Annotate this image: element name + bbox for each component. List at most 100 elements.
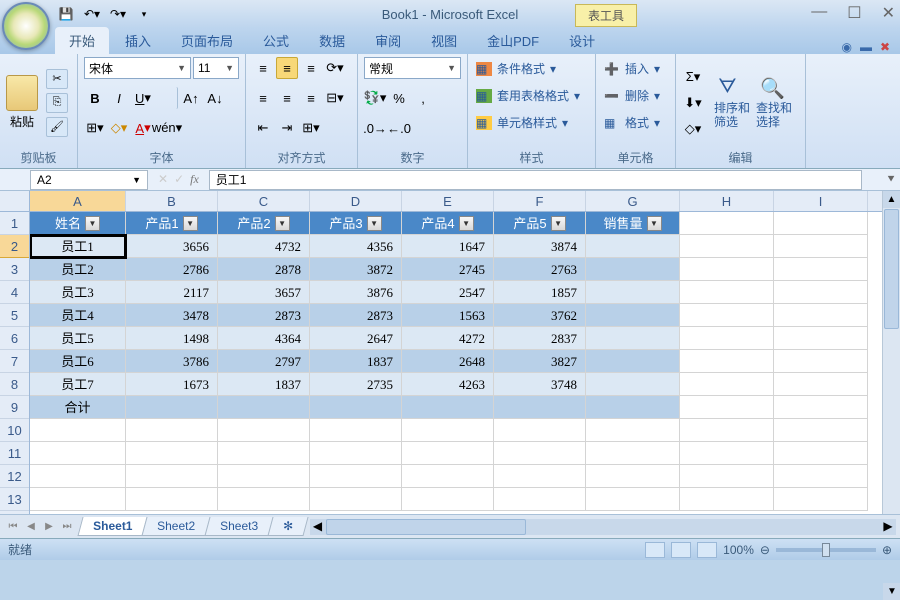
font-color-button[interactable]: A▾ — [132, 117, 154, 139]
cell[interactable]: 员工1 — [30, 235, 126, 258]
cell[interactable]: 2735 — [310, 373, 402, 396]
delete-cells-button[interactable]: ➖删除 ▾ — [602, 84, 669, 107]
cell[interactable] — [774, 327, 868, 350]
tab-home[interactable]: 开始 — [55, 27, 109, 54]
format-as-table-button[interactable]: ▦套用表格格式 ▾ — [474, 84, 589, 107]
scroll-thumb[interactable] — [884, 209, 899, 329]
column-header[interactable]: D — [310, 191, 402, 211]
cell[interactable]: 2786 — [126, 258, 218, 281]
row-header[interactable]: 12 — [0, 465, 29, 488]
cell[interactable] — [126, 419, 218, 442]
bold-button[interactable]: B — [84, 87, 106, 109]
scroll-up-icon[interactable]: ▲ — [883, 191, 900, 208]
cell[interactable] — [586, 373, 680, 396]
cell[interactable] — [310, 396, 402, 419]
increase-indent-button[interactable]: ⇥ — [276, 117, 298, 139]
format-painter-icon[interactable]: 🖌 — [46, 117, 68, 137]
cell[interactable] — [30, 465, 126, 488]
cell[interactable] — [586, 327, 680, 350]
cell[interactable]: 2873 — [310, 304, 402, 327]
format-cells-button[interactable]: ▦格式 ▾ — [602, 111, 669, 134]
cell[interactable] — [680, 488, 774, 511]
cell[interactable] — [680, 281, 774, 304]
cell[interactable] — [586, 304, 680, 327]
cell[interactable] — [218, 419, 310, 442]
undo-icon[interactable]: ↶▾ — [81, 4, 103, 24]
cell[interactable]: 2745 — [402, 258, 494, 281]
underline-button[interactable]: U▾ — [132, 87, 154, 109]
cell[interactable] — [774, 465, 868, 488]
cell[interactable]: 4272 — [402, 327, 494, 350]
cell[interactable] — [402, 488, 494, 511]
cell[interactable]: 1673 — [126, 373, 218, 396]
tab-layout[interactable]: 页面布局 — [167, 27, 247, 54]
cell[interactable] — [402, 465, 494, 488]
zoom-level[interactable]: 100% — [723, 543, 754, 557]
cell[interactable]: 2878 — [218, 258, 310, 281]
cut-icon[interactable]: ✂ — [46, 69, 68, 89]
border-button[interactable]: ⊞▾ — [84, 117, 106, 139]
cell[interactable] — [218, 442, 310, 465]
align-bottom-button[interactable]: ≡ — [300, 57, 322, 79]
tab-design[interactable]: 设计 — [555, 27, 609, 54]
office-button[interactable] — [2, 2, 50, 50]
cell[interactable]: 3827 — [494, 350, 586, 373]
filter-dropdown-icon[interactable]: ▼ — [459, 216, 474, 231]
cell[interactable]: 3657 — [218, 281, 310, 304]
cell[interactable]: 2547 — [402, 281, 494, 304]
column-header[interactable]: C — [218, 191, 310, 211]
autosum-button[interactable]: Σ▾ — [682, 66, 704, 88]
cell[interactable] — [774, 419, 868, 442]
row-header[interactable]: 10 — [0, 419, 29, 442]
cell[interactable]: 产品3▼ — [310, 212, 402, 235]
row-header[interactable]: 7 — [0, 350, 29, 373]
scroll-down-icon[interactable]: ▼ — [883, 583, 900, 600]
align-top-button[interactable]: ≡ — [252, 57, 274, 79]
cell[interactable] — [586, 281, 680, 304]
column-header[interactable]: I — [774, 191, 868, 211]
cell[interactable]: 4364 — [218, 327, 310, 350]
align-left-button[interactable]: ≡ — [252, 87, 274, 109]
row-header[interactable]: 6 — [0, 327, 29, 350]
select-all-corner[interactable] — [0, 191, 29, 212]
cell[interactable]: 产品4▼ — [402, 212, 494, 235]
cell[interactable]: 员工6 — [30, 350, 126, 373]
zoom-slider[interactable] — [776, 548, 876, 552]
cell[interactable] — [680, 442, 774, 465]
cell[interactable] — [218, 396, 310, 419]
cell[interactable]: 产品2▼ — [218, 212, 310, 235]
cell[interactable]: 4732 — [218, 235, 310, 258]
cell[interactable]: 1647 — [402, 235, 494, 258]
tab-pdf[interactable]: 金山PDF — [473, 27, 553, 54]
cell[interactable] — [126, 465, 218, 488]
cell[interactable]: 1857 — [494, 281, 586, 304]
cell[interactable] — [310, 419, 402, 442]
cell[interactable]: 2647 — [310, 327, 402, 350]
cell[interactable] — [494, 396, 586, 419]
page-layout-view-button[interactable] — [671, 542, 691, 558]
horizontal-scrollbar[interactable]: ◀ ▶ — [310, 519, 896, 535]
cell[interactable]: 员工2 — [30, 258, 126, 281]
cell[interactable]: 员工7 — [30, 373, 126, 396]
cell[interactable]: 3876 — [310, 281, 402, 304]
cell[interactable] — [218, 465, 310, 488]
fill-color-button[interactable]: ◇▾ — [108, 117, 130, 139]
cell[interactable]: 2648 — [402, 350, 494, 373]
font-size-combo[interactable]: 11▼ — [193, 57, 239, 79]
filter-dropdown-icon[interactable]: ▼ — [367, 216, 382, 231]
cell[interactable] — [494, 442, 586, 465]
cell[interactable] — [586, 396, 680, 419]
cell[interactable]: 2837 — [494, 327, 586, 350]
cell[interactable] — [586, 350, 680, 373]
filter-dropdown-icon[interactable]: ▼ — [85, 216, 100, 231]
page-break-view-button[interactable] — [697, 542, 717, 558]
cell[interactable] — [586, 488, 680, 511]
cell[interactable] — [774, 235, 868, 258]
normal-view-button[interactable] — [645, 542, 665, 558]
fx-icon[interactable]: fx — [190, 172, 199, 187]
cell[interactable] — [126, 488, 218, 511]
cell[interactable] — [774, 281, 868, 304]
new-sheet-button[interactable]: ✻ — [268, 517, 309, 536]
italic-button[interactable]: I — [108, 87, 130, 109]
insert-cells-button[interactable]: ➕插入 ▾ — [602, 57, 669, 80]
